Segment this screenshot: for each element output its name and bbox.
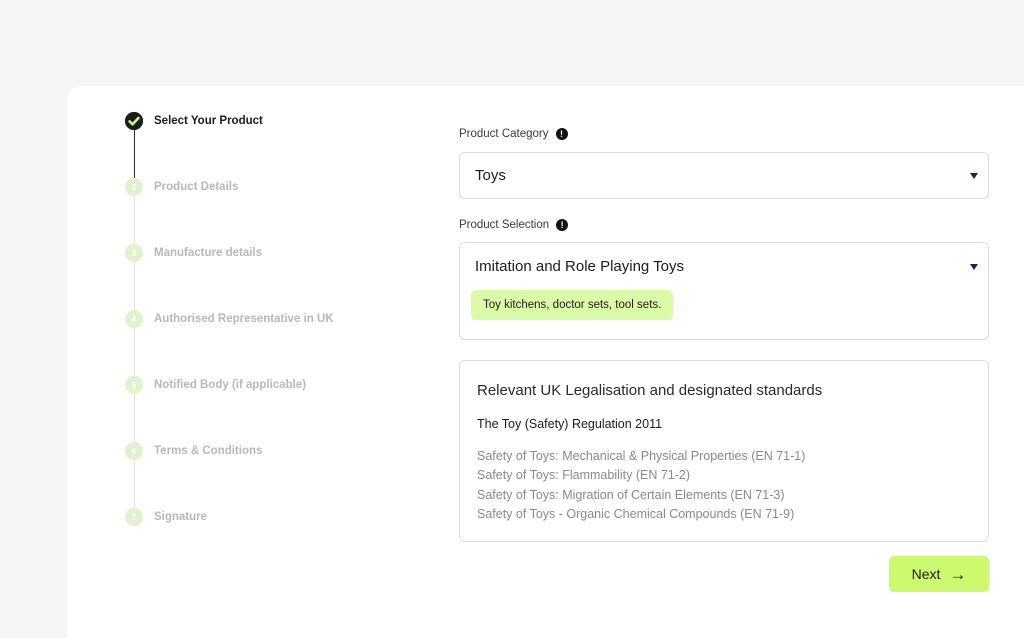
legislation-panel: Relevant UK Legalisation and designated … — [459, 360, 989, 542]
select-value: Imitation and Role Playing Toys — [475, 258, 685, 275]
step-connector — [133, 394, 135, 442]
step-label: Product Details — [154, 181, 239, 193]
step-manufacture-details[interactable]: 3 Manufacture details — [125, 244, 262, 262]
step-connector — [133, 328, 135, 376]
caret-down-icon — [970, 173, 978, 179]
step-authorised-representative[interactable]: 4 Authorised Representative in UK — [125, 310, 334, 328]
step-connector — [133, 262, 135, 310]
step-product-details[interactable]: 2 Product Details — [125, 178, 238, 196]
step-label: Terms & Conditions — [154, 445, 263, 457]
step-label: Authorised Representative in UK — [154, 313, 334, 325]
step-number: 6 — [125, 442, 143, 460]
caret-down-icon — [970, 264, 978, 270]
step-connector — [133, 130, 135, 178]
step-label: Select Your Product — [154, 115, 263, 127]
step-connector — [133, 460, 135, 508]
standard-item: Safety of Toys: Migration of Certain Ele… — [477, 487, 785, 502]
info-icon[interactable]: ! — [555, 128, 568, 140]
step-number: 3 — [125, 244, 143, 262]
standard-item: Safety of Toys: Mechanical & Physical Pr… — [477, 449, 806, 463]
product-category-label: Product Category ! — [459, 128, 568, 140]
step-select-product[interactable]: Select Your Product — [125, 112, 263, 130]
standard-item: Safety of Toys: Flammability (EN 71-2) — [477, 468, 691, 483]
checkmark-icon — [125, 112, 143, 130]
step-number: 2 — [125, 178, 143, 196]
step-signature[interactable]: 7 Signature — [125, 508, 207, 526]
step-label: Signature — [154, 511, 208, 523]
step-label: Manufacture details — [154, 247, 262, 259]
step-label: Notified Body (if applicable) — [154, 379, 307, 391]
product-selection-select[interactable]: Imitation and Role Playing Toys Toy kitc… — [459, 242, 989, 340]
standard-item: Safety of Toys - Organic Chemical Compou… — [477, 507, 795, 522]
next-button-label: Next — [911, 566, 941, 582]
step-number: 7 — [125, 508, 143, 526]
select-value: Toys — [475, 167, 506, 184]
step-terms-conditions[interactable]: 6 Terms & Conditions — [125, 442, 262, 460]
regulation-name: The Toy (Safety) Regulation 2011 — [477, 417, 663, 431]
main-card: Select Your Product 2 Product Details 3 … — [67, 86, 1024, 638]
next-button[interactable]: Next → — [889, 556, 989, 592]
arrow-right-icon: → — [949, 564, 967, 584]
product-selection-label: Product Selection ! — [459, 219, 569, 231]
product-category-select[interactable]: Toys — [459, 152, 989, 199]
field-label-text: Product Selection — [459, 219, 550, 231]
step-number: 5 — [125, 376, 143, 394]
info-icon[interactable]: ! — [556, 219, 569, 231]
step-number: 4 — [125, 310, 143, 328]
legislation-title: Relevant UK Legalisation and designated … — [477, 382, 823, 399]
standards-list: Safety of Toys: Mechanical & Physical Pr… — [477, 447, 805, 525]
step-notified-body[interactable]: 5 Notified Body (if applicable) — [125, 376, 306, 394]
product-examples-chip: Toy kitchens, doctor sets, tool sets. — [471, 290, 674, 320]
step-connector — [133, 196, 135, 244]
field-label-text: Product Category — [459, 128, 549, 140]
